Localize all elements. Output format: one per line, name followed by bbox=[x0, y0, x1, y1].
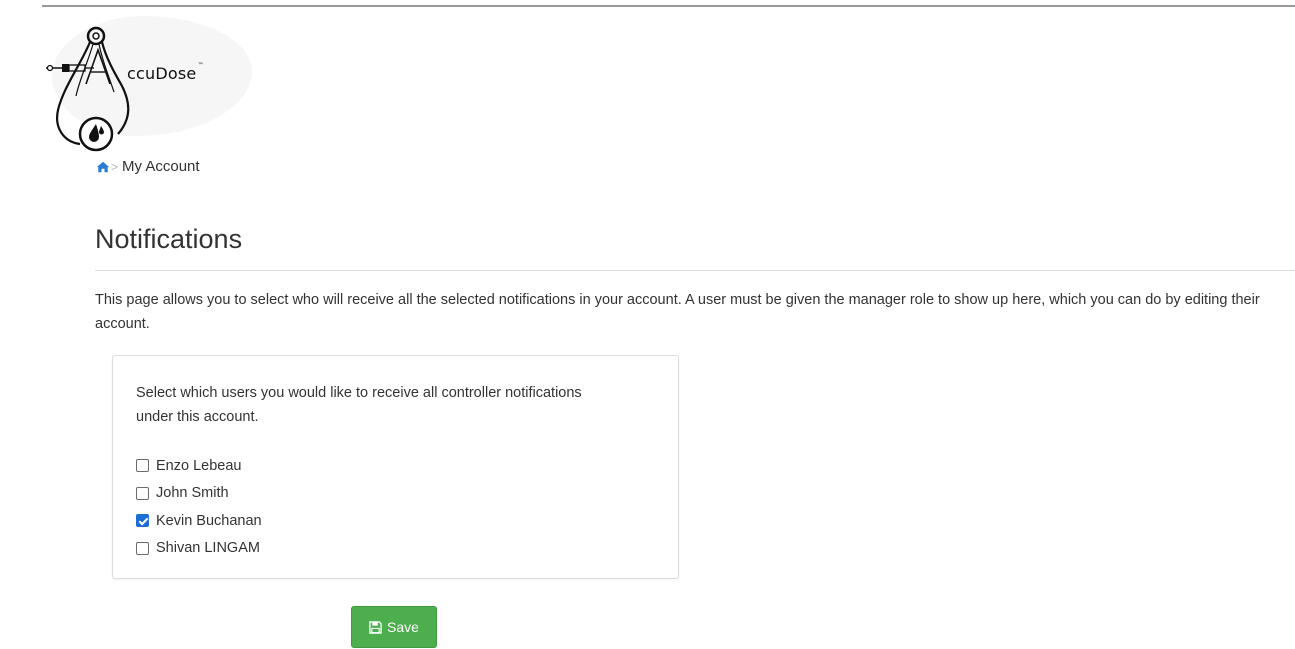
user-name: Kevin Buchanan bbox=[156, 512, 262, 529]
breadcrumb-current: My Account bbox=[122, 158, 200, 175]
home-icon[interactable] bbox=[96, 160, 110, 174]
user-option-kevin-buchanan[interactable]: Kevin Buchanan bbox=[136, 507, 262, 535]
user-name: Shivan LINGAM bbox=[156, 540, 260, 557]
user-option-john-smith[interactable]: John Smith bbox=[136, 480, 262, 508]
page-description: This page allows you to select who will … bbox=[95, 292, 1260, 332]
top-divider bbox=[42, 5, 1295, 7]
user-option-shivan-lingam[interactable]: Shivan LINGAM bbox=[136, 535, 262, 563]
title-divider bbox=[95, 270, 1295, 271]
stethoscope-syringe-drop-icon bbox=[46, 26, 130, 152]
checkbox[interactable] bbox=[136, 541, 149, 555]
save-button-label: Save bbox=[387, 619, 419, 635]
floppy-disk-icon bbox=[369, 620, 382, 634]
checkbox[interactable] bbox=[136, 514, 149, 528]
logo-trademark: ™ bbox=[197, 62, 204, 69]
user-option-enzo-lebeau[interactable]: Enzo Lebeau bbox=[136, 452, 262, 480]
save-button[interactable]: Save bbox=[351, 606, 437, 648]
panel-instruction: Select which users you would like to rec… bbox=[136, 385, 582, 425]
user-name: Enzo Lebeau bbox=[156, 457, 242, 474]
notification-recipients-panel: Select which users you would like to rec… bbox=[112, 355, 679, 579]
logo-wordmark: ccuDose™ bbox=[127, 62, 204, 83]
checkbox[interactable] bbox=[136, 459, 149, 473]
breadcrumb: > My Account bbox=[96, 158, 200, 175]
user-checkbox-list: Enzo Lebeau John Smith Kevin Buchanan Sh… bbox=[136, 452, 262, 562]
checkbox[interactable] bbox=[136, 486, 149, 500]
user-name: John Smith bbox=[156, 485, 229, 502]
logo-text: ccuDose bbox=[127, 64, 197, 83]
page-title: Notifications bbox=[95, 224, 243, 254]
app-logo[interactable]: ccuDose™ bbox=[40, 14, 252, 164]
breadcrumb-separator: > bbox=[111, 159, 119, 174]
